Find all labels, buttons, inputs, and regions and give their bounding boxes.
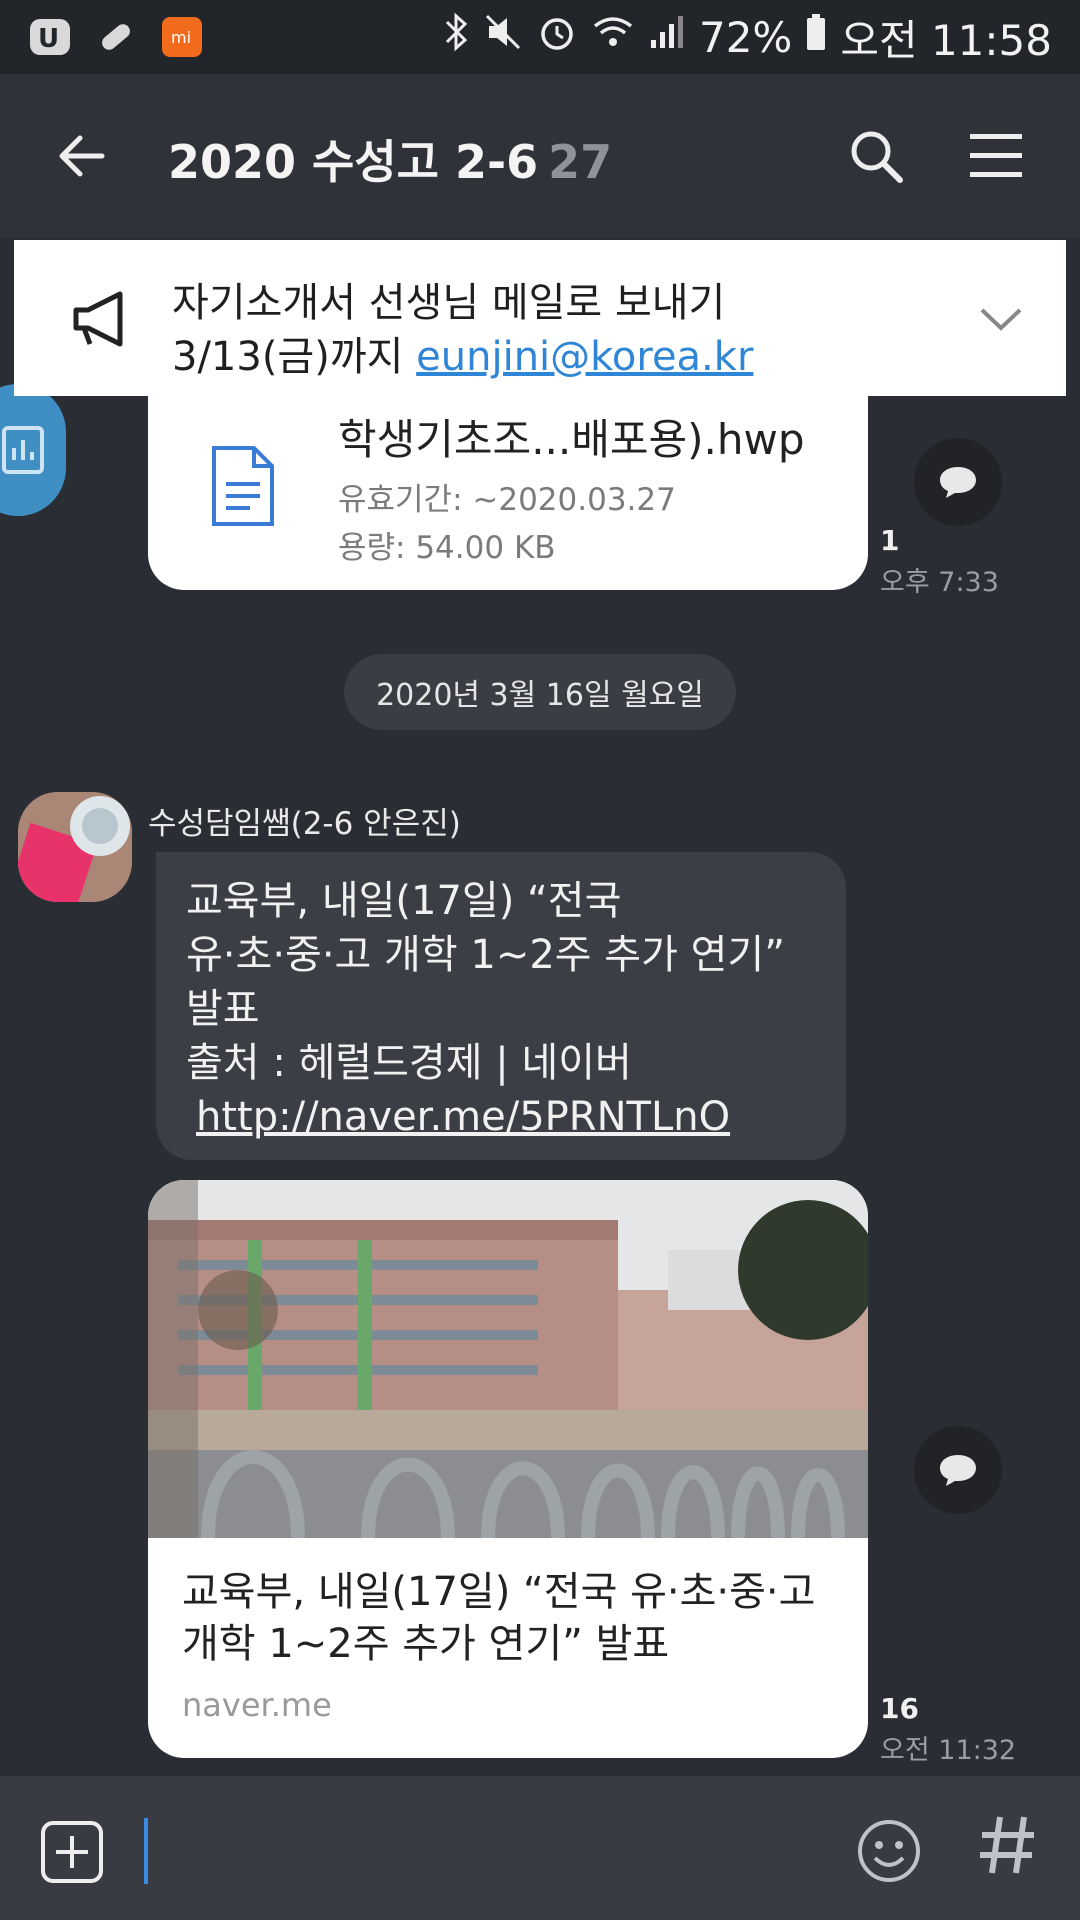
hashtag-icon [980,1816,1034,1874]
message-line: 유·초·중·고 개학 1~2주 추가 연기” [186,932,785,978]
search-icon [851,131,903,183]
menu-button[interactable] [966,128,1026,184]
link-preview-card[interactable]: 교육부, 내일(17일) “전국 유·초·중·고 개학 1~2주 추가 연기” … [148,1180,868,1758]
notice-line-2: 3/13(금)까지 eunjini@korea.kr [172,324,753,382]
file-size: 용량: 54.00 KB [338,530,556,566]
battery-percent: 72% [698,12,793,62]
back-button[interactable] [52,126,112,186]
message-line: 교육부, 내일(17일) “전국 [186,878,622,924]
svg-text:mi: mi [171,28,191,47]
message-line: 발표 [186,986,260,1032]
date-divider: 2020년 3월 16일 월요일 [344,654,736,730]
search-button[interactable] [846,126,906,186]
chat-header: 2020 수성고 2-6 27 [0,74,1080,238]
unread-count: 16 [880,1692,919,1725]
wifi-icon [591,10,635,64]
preview-domain: naver.me [182,1686,332,1724]
message-time: 오후 7:33 [880,567,999,598]
notice-email-link[interactable]: eunjini@korea.kr [416,334,753,380]
sender-name: 수성담임쌤(2-6 안은진) [148,806,461,842]
speech-bubble-icon [940,1455,976,1486]
signal-icon [647,10,687,64]
alarm-icon [535,10,579,64]
message-input-bar [0,1776,1080,1920]
hamburger-menu-icon [970,134,1022,177]
chevron-down-icon [980,308,1022,331]
reply-button[interactable] [914,1426,1002,1514]
emoji-button[interactable] [856,1818,922,1884]
clock: 오전 11:58 [840,15,1052,65]
plus-box-icon [41,1821,103,1883]
arrow-left-icon [59,135,105,177]
bluetooth-icon [441,10,471,64]
speech-bubble-icon [940,467,976,498]
notice-deadline: 3/13(금)까지 [172,334,417,380]
member-count: 27 [548,135,613,189]
pill-icon [94,15,138,59]
avatar[interactable] [18,792,132,902]
reply-button[interactable] [914,438,1002,526]
chat-title: 2020 수성고 2-6 27 [168,126,612,192]
battery-icon [804,10,828,64]
message-line: 출처 : 헤럴드경제 | 네이버 [186,1040,632,1086]
expand-notice-button[interactable] [976,294,1026,344]
chat-room-name: 2020 수성고 2-6 [168,135,539,189]
unread-count: 1 [880,524,900,557]
document-icon [210,444,276,528]
preview-image [148,1180,868,1539]
hashtag-search-button[interactable] [978,1812,1038,1894]
message-link[interactable]: http://naver.me/5PRNTLnO [186,1090,816,1144]
megaphone-icon [66,284,136,354]
add-attachment-button[interactable] [40,1820,104,1884]
smiley-icon [858,1820,920,1882]
floating-widget-button[interactable] [0,384,66,516]
chart-icon [2,426,44,474]
notice-line-1: 자기소개서 선생님 메일로 보내기 [172,280,726,326]
file-name: 학생기초조...배포용).hwp [338,415,805,464]
file-message-bubble[interactable]: 학생기초조...배포용).hwp 유효기간: ~2020.03.27 용량: 5… [148,382,868,590]
mi-app-icon: mi [160,15,204,59]
file-expiry: 유효기간: ~2020.03.27 [338,482,676,518]
preview-title: 교육부, 내일(17일) “전국 유·초·중·고 개학 1~2주 추가 연기” … [182,1566,815,1670]
mute-icon [483,10,523,64]
preview-title-line: 개학 1~2주 추가 연기” 발표 [182,1621,670,1667]
u-plus-icon: U [28,15,72,59]
notice-banner[interactable]: 자기소개서 선생님 메일로 보내기 3/13(금)까지 eunjini@kore… [14,240,1066,396]
message-input-field[interactable] [144,1818,148,1884]
status-bar: U mi 72% 오전 11:58 [0,0,1080,74]
svg-text:U: U [38,24,59,54]
preview-title-line: 교육부, 내일(17일) “전국 유·초·중·고 [182,1569,816,1615]
text-message-bubble[interactable]: 교육부, 내일(17일) “전국 유·초·중·고 개학 1~2주 추가 연기” … [156,852,846,1160]
message-time: 오전 11:32 [880,1735,1017,1766]
